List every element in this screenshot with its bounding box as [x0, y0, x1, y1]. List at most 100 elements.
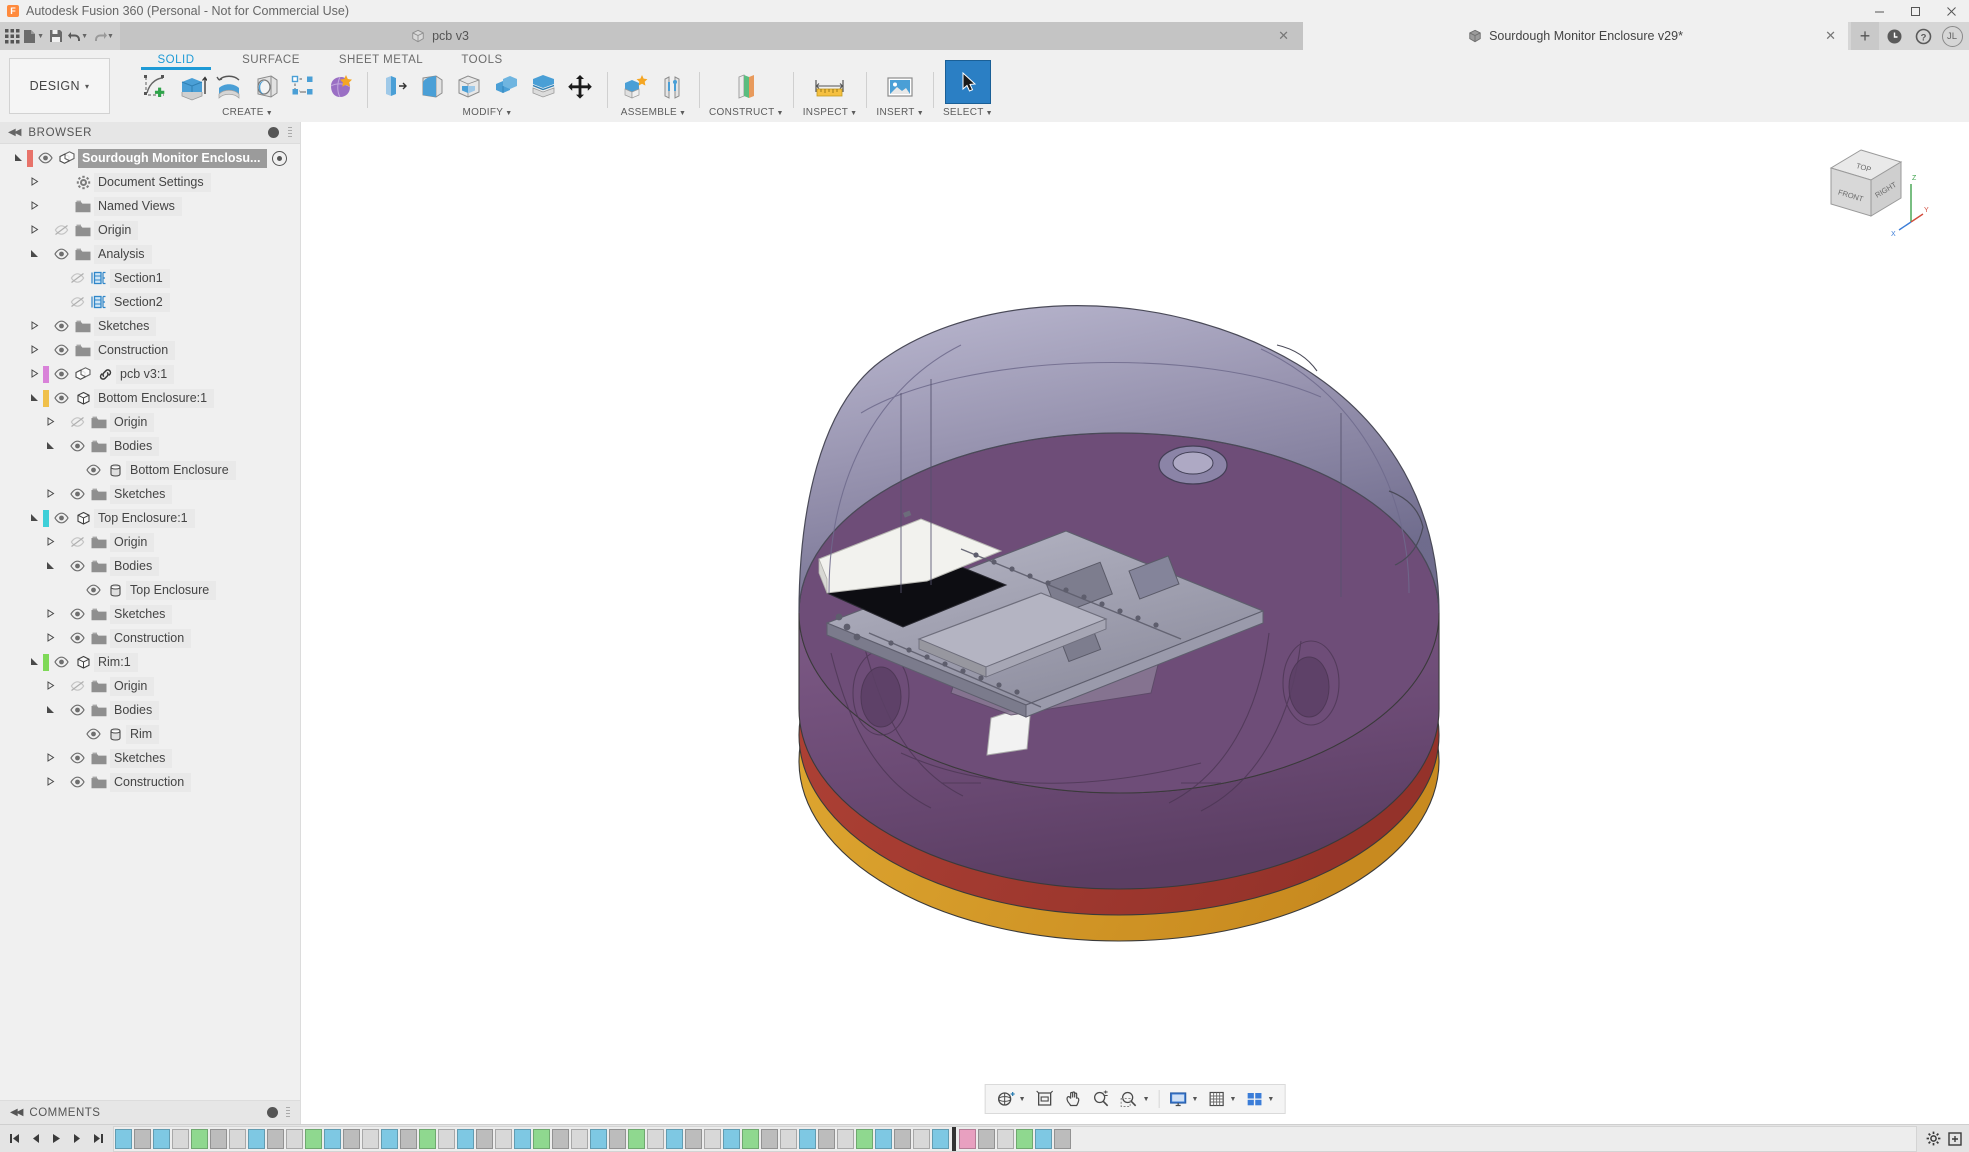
expand-arrow-closed-icon[interactable]: [42, 752, 59, 764]
expand-arrow-open-icon[interactable]: [26, 513, 43, 524]
visibility-eye-icon[interactable]: [82, 464, 104, 476]
timeline-feature[interactable]: [419, 1128, 436, 1149]
browser-node-bottom-enclosure[interactable]: Bottom Enclosure: [0, 458, 300, 482]
activate-component-icon[interactable]: [272, 150, 288, 166]
workspace-switcher-button[interactable]: DESIGN ▾: [9, 58, 110, 114]
timeline-feature[interactable]: [685, 1128, 702, 1149]
timeline-feature[interactable]: [780, 1128, 797, 1149]
timeline-feature[interactable]: [978, 1128, 995, 1149]
browser-node-rim[interactable]: Rim: [0, 722, 300, 746]
play-icon[interactable]: [46, 1128, 66, 1150]
browser-node-bodies[interactable]: Bodies: [0, 698, 300, 722]
timeline-feature[interactable]: [210, 1128, 227, 1149]
browser-node-bottom-enclosure-1[interactable]: Bottom Enclosure:1: [0, 386, 300, 410]
timeline-feature[interactable]: [115, 1128, 132, 1149]
timeline-feature[interactable]: [324, 1128, 341, 1149]
measure-icon[interactable]: [809, 70, 851, 104]
rib-icon[interactable]: [285, 70, 321, 104]
comments-options-icon[interactable]: [267, 1107, 278, 1118]
expand-arrow-open-icon[interactable]: [26, 657, 43, 668]
fillet-icon[interactable]: [414, 70, 450, 104]
tab-surface[interactable]: SURFACE: [219, 50, 323, 69]
timeline-feature[interactable]: [799, 1128, 816, 1149]
visibility-eye-icon[interactable]: [50, 320, 72, 332]
browser-node-origin[interactable]: Origin: [0, 674, 300, 698]
offset-plane-icon[interactable]: [725, 70, 767, 104]
browser-node-sketches[interactable]: Sketches: [0, 314, 300, 338]
browser-node-section1[interactable]: Section1: [0, 266, 300, 290]
sweep-icon[interactable]: [248, 70, 284, 104]
browser-node-pcb-v3-1[interactable]: pcb v3:1: [0, 362, 300, 386]
collapse-left-icon[interactable]: ◀◀: [8, 127, 21, 138]
timeline-feature[interactable]: [476, 1128, 493, 1149]
construct-group-label[interactable]: CONSTRUCT ▼: [709, 107, 784, 118]
step-back-icon[interactable]: [25, 1128, 45, 1150]
browser-node-top-enclosure-1[interactable]: Top Enclosure:1: [0, 506, 300, 530]
help-icon[interactable]: ?: [1909, 22, 1937, 50]
timeline-feature[interactable]: [533, 1128, 550, 1149]
expand-arrow-closed-icon[interactable]: [26, 200, 43, 212]
press-pull-icon[interactable]: [377, 70, 413, 104]
expand-arrow-open-icon[interactable]: [10, 153, 27, 164]
recent-icon[interactable]: [1880, 22, 1908, 50]
browser-options-icon[interactable]: [268, 127, 279, 138]
timeline-feature[interactable]: [1035, 1128, 1052, 1149]
visibility-eye-icon[interactable]: [66, 632, 88, 644]
timeline-feature[interactable]: [495, 1128, 512, 1149]
create-sketch-icon[interactable]: [137, 70, 173, 104]
insert-image-icon[interactable]: [879, 70, 921, 104]
visibility-hidden-icon[interactable]: [66, 296, 88, 308]
add-tab-button[interactable]: +: [1851, 22, 1879, 50]
browser-node-bodies[interactable]: Bodies: [0, 554, 300, 578]
close-tab-pcb-v3-icon[interactable]: ✕: [1278, 28, 1289, 44]
browser-node-named-views[interactable]: Named Views: [0, 194, 300, 218]
expand-arrow-closed-icon[interactable]: [42, 416, 59, 428]
revolve-icon[interactable]: [211, 70, 247, 104]
timeline-feature[interactable]: [571, 1128, 588, 1149]
visibility-hidden-icon[interactable]: [66, 416, 88, 428]
chevron-down-icon[interactable]: ▼: [1192, 1096, 1199, 1103]
new-component-icon[interactable]: [617, 70, 653, 104]
visibility-eye-icon[interactable]: [50, 512, 72, 524]
timeline-feature[interactable]: [590, 1128, 607, 1149]
expand-arrow-closed-icon[interactable]: [26, 320, 43, 332]
browser-node-analysis[interactable]: Analysis: [0, 242, 300, 266]
panel-resize-grip[interactable]: [286, 1106, 290, 1119]
visibility-hidden-icon[interactable]: [50, 224, 72, 236]
visibility-eye-icon[interactable]: [50, 392, 72, 404]
timeline-track[interactable]: [113, 1125, 1917, 1152]
browser-node-sourdough-monitor-enclosu[interactable]: Sourdough Monitor Enclosu...: [0, 146, 300, 170]
timeline-feature[interactable]: [818, 1128, 835, 1149]
undo-icon[interactable]: [66, 25, 82, 47]
new-document-icon[interactable]: [22, 25, 38, 47]
close-window-button[interactable]: [1933, 0, 1969, 22]
expand-arrow-open-icon[interactable]: [26, 249, 43, 260]
browser-node-sketches[interactable]: Sketches: [0, 602, 300, 626]
chevron-down-icon[interactable]: ▼: [1267, 1096, 1274, 1103]
timeline-marker[interactable]: [952, 1126, 956, 1151]
visibility-eye-icon[interactable]: [50, 248, 72, 260]
pan-hand-icon[interactable]: [1060, 1086, 1087, 1112]
step-forward-icon[interactable]: [67, 1128, 87, 1150]
timeline-feature[interactable]: [647, 1128, 664, 1149]
timeline-feature[interactable]: [704, 1128, 721, 1149]
zoom-icon[interactable]: [1088, 1086, 1115, 1112]
chevron-down-icon[interactable]: ▼: [1229, 1096, 1236, 1103]
split-face-icon[interactable]: [525, 70, 561, 104]
browser-node-top-enclosure[interactable]: Top Enclosure: [0, 578, 300, 602]
select-cursor-icon[interactable]: [944, 60, 991, 104]
visibility-eye-icon[interactable]: [66, 776, 88, 788]
assemble-group-label[interactable]: ASSEMBLE ▼: [621, 107, 687, 118]
insert-group-label[interactable]: INSERT ▼: [876, 107, 924, 118]
browser-node-section2[interactable]: Section2: [0, 290, 300, 314]
browser-node-sketches[interactable]: Sketches: [0, 482, 300, 506]
expand-arrow-closed-icon[interactable]: [42, 776, 59, 788]
visibility-eye-icon[interactable]: [66, 752, 88, 764]
expand-arrow-closed-icon[interactable]: [42, 680, 59, 692]
3d-viewport-canvas[interactable]: TOP FRONT RIGHT Z Y X ▼ ▼ ▼ ▼ ▼: [301, 122, 1969, 1124]
tab-solid[interactable]: SOLID: [133, 50, 219, 70]
timeline-feature[interactable]: [438, 1128, 455, 1149]
timeline-feature[interactable]: [1016, 1128, 1033, 1149]
tab-tools[interactable]: TOOLS: [439, 50, 525, 69]
panel-resize-grip[interactable]: [288, 126, 292, 139]
